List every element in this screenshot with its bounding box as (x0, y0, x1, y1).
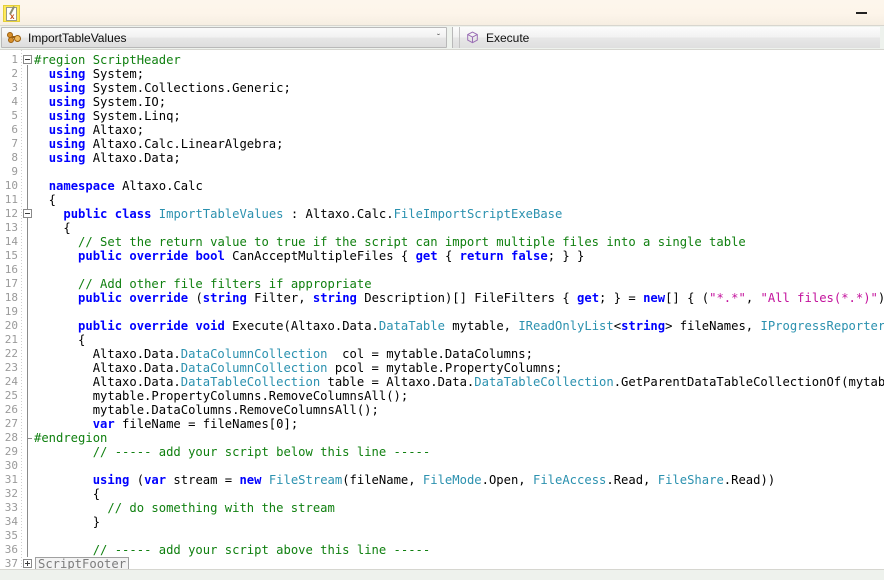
code-line[interactable]: // Set the return value to true if the s… (34, 235, 746, 249)
line-number: 2 (11, 67, 18, 80)
line-number: 34 (4, 515, 18, 528)
code-line[interactable]: using System.IO; (34, 95, 166, 109)
line-number: 5 (11, 109, 18, 122)
script-selector-combobox[interactable]: ImportTableValues ˇ (1, 27, 447, 48)
line-number: 8 (11, 151, 18, 164)
chevron-down-icon[interactable]: ˇ (437, 33, 440, 42)
line-number: 20 (4, 319, 18, 332)
execute-button[interactable]: Execute (452, 27, 880, 48)
code-line[interactable]: using System.Collections.Generic; (34, 81, 291, 95)
code-line[interactable]: mytable.PropertyColumns.RemoveColumnsAll… (34, 389, 409, 403)
code-line[interactable]: var fileName = fileNames[0]; (34, 417, 298, 431)
code-line[interactable]: { (34, 221, 70, 235)
line-number: 26 (4, 403, 18, 416)
line-number: 18 (4, 291, 18, 304)
line-number: 15 (4, 249, 18, 262)
code-line[interactable]: using Altaxo.Calc.LinearAlgebra; (34, 137, 284, 151)
line-number-gutter: 1 2 3 4 5 6 7 8 9 10 11 12 13 14 15 16 17 18 19 20 21 22 23 24 2… (0, 50, 22, 569)
cube-icon (466, 31, 479, 44)
code-line[interactable]: // Add other file filters if appropriate (34, 277, 372, 291)
code-line[interactable]: { (34, 193, 56, 207)
fold-expand-icon[interactable] (23, 559, 32, 568)
code-line[interactable]: { (34, 333, 85, 347)
code-line[interactable]: using (var stream = new FileStream(fileN… (34, 473, 775, 487)
code-line[interactable]: using Altaxo.Data; (34, 151, 181, 165)
fold-collapse-icon[interactable] (23, 209, 32, 218)
script-selector-value: ImportTableValues (28, 30, 127, 45)
code-line[interactable]: #region ScriptHeader (34, 53, 181, 67)
method-icon (7, 31, 22, 44)
line-number: 21 (4, 333, 18, 346)
line-number: 23 (4, 361, 18, 374)
code-line[interactable]: public override (string Filter, string D… (34, 291, 884, 305)
code-line[interactable]: namespace Altaxo.Calc (34, 179, 203, 193)
code-line[interactable]: using Altaxo; (34, 123, 144, 137)
code-line[interactable]: #endregion (34, 431, 107, 445)
code-line[interactable]: { (34, 487, 100, 501)
fold-margin[interactable] (22, 50, 34, 569)
line-number: 33 (4, 501, 18, 514)
window-buttons (838, 0, 884, 25)
code-line[interactable]: // ----- add your script below this line… (34, 445, 431, 459)
line-number: 28 (4, 431, 18, 444)
line-number: 36 (4, 543, 18, 556)
minimize-icon (855, 11, 867, 14)
code-line[interactable]: public override bool CanAcceptMultipleFi… (34, 249, 584, 263)
line-number: 32 (4, 487, 18, 500)
code-line[interactable]: using System; (34, 67, 144, 81)
line-number: 11 (4, 193, 18, 206)
code-line[interactable]: public override void Execute(Altaxo.Data… (34, 319, 884, 333)
line-number: 31 (4, 473, 18, 486)
status-strip (0, 569, 884, 580)
code-line[interactable]: mytable.DataColumns.RemoveColumnsAll(); (34, 403, 379, 417)
fold-range-line (27, 219, 28, 557)
line-number: 24 (4, 375, 18, 388)
fold-collapse-icon[interactable] (23, 55, 32, 64)
line-number: 9 (11, 165, 18, 178)
editor-toolstrip: ImportTableValues ˇ Execute (0, 26, 884, 49)
line-number: 30 (4, 459, 18, 472)
line-number: 27 (4, 417, 18, 430)
code-line[interactable]: public class ImportTableValues : Altaxo.… (34, 207, 562, 221)
minimize-button[interactable] (838, 0, 884, 25)
line-number: 4 (11, 95, 18, 108)
code-line[interactable]: // ----- add your script above this line… (34, 543, 431, 557)
line-number: 10 (4, 179, 18, 192)
code-line[interactable]: Altaxo.Data.DataColumnCollection col = m… (34, 347, 533, 361)
code-surface[interactable]: #region ScriptHeader using System; using… (34, 50, 884, 569)
window-title (20, 0, 838, 25)
line-number: 12 (4, 207, 18, 220)
code-line[interactable]: Altaxo.Data.DataTableCollection table = … (34, 375, 884, 389)
line-number: 16 (4, 263, 18, 276)
line-number: 25 (4, 389, 18, 402)
code-line[interactable]: // do something with the stream (34, 501, 334, 515)
line-number: 3 (11, 81, 18, 94)
line-number: 14 (4, 235, 18, 248)
line-number: 1 (11, 53, 18, 66)
line-number: 29 (4, 445, 18, 458)
line-number: 17 (4, 277, 18, 290)
script-table-icon: x (3, 4, 20, 22)
code-line[interactable]: } (34, 515, 100, 529)
execute-label: Execute (486, 30, 530, 45)
script-editor-window: x ImportTableValues ˇ Execute 1 2 3 4 5 … (0, 0, 884, 580)
line-number: 7 (11, 137, 18, 150)
code-editor[interactable]: 1 2 3 4 5 6 7 8 9 10 11 12 13 14 15 16 17 18 19 20 21 22 23 24 2… (0, 49, 884, 569)
window-titlebar: x (0, 0, 884, 26)
code-line[interactable]: using System.Linq; (34, 109, 181, 123)
line-number: 37 (4, 557, 18, 569)
line-number: 6 (11, 123, 18, 136)
code-line[interactable]: Altaxo.Data.DataColumnCollection pcol = … (34, 361, 563, 375)
line-number: 19 (4, 305, 18, 318)
line-number: 35 (4, 529, 18, 542)
line-number: 13 (4, 221, 18, 234)
collapsed-region[interactable]: ScriptFooter (35, 557, 130, 569)
line-number: 22 (4, 347, 18, 360)
